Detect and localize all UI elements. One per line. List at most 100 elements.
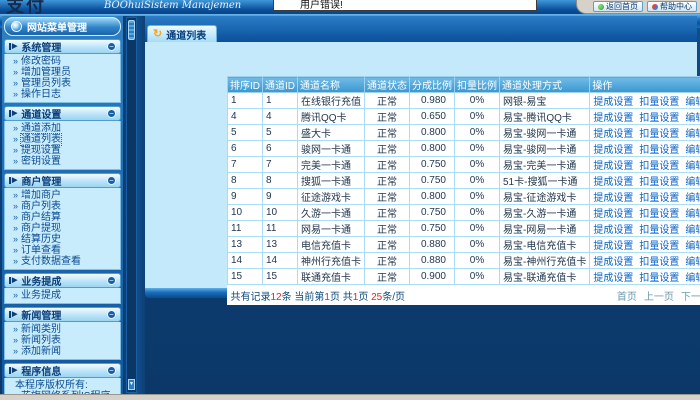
table-row: 1414神州行充值卡正常0.8800%易宝-神州行充值卡提成设置扣量设置编辑删除: [228, 253, 700, 269]
sidebar-item[interactable]: »商户提现: [13, 223, 120, 234]
tab-label: 通道列表: [166, 27, 206, 42]
action-link[interactable]: 提成设置: [593, 241, 633, 252]
action-link[interactable]: 扣量设置: [639, 97, 679, 108]
action-link[interactable]: 扣量设置: [639, 273, 679, 284]
tab-channel-list[interactable]: ↻ 通道列表: [147, 25, 217, 42]
action-link[interactable]: 编辑: [685, 161, 700, 172]
sidebar-scrollbar[interactable]: ▼: [126, 17, 137, 393]
action-link[interactable]: 编辑: [685, 113, 700, 124]
table-cell: 4: [263, 109, 298, 125]
action-link[interactable]: 提成设置: [593, 273, 633, 284]
action-link[interactable]: 扣量设置: [639, 241, 679, 252]
sidebar-section-header[interactable]: ▶ 系统管理 −: [4, 39, 121, 54]
action-link[interactable]: 扣量设置: [639, 193, 679, 204]
action-link[interactable]: 编辑: [685, 129, 700, 140]
action-link[interactable]: 提成设置: [593, 257, 633, 268]
sidebar-item[interactable]: »通道添加: [13, 123, 120, 134]
action-link[interactable]: 编辑: [685, 209, 700, 220]
summary-text: 页 共: [330, 292, 353, 303]
sidebar-section-header[interactable]: ▶ 业务提成 −: [4, 273, 121, 288]
action-link[interactable]: 扣量设置: [639, 145, 679, 156]
action-link[interactable]: 编辑: [685, 225, 700, 236]
action-link[interactable]: 提成设置: [593, 225, 633, 236]
table-cell: 正常: [365, 109, 410, 125]
sidebar-item[interactable]: »订单查看: [13, 245, 120, 256]
play-icon: ▶: [9, 43, 17, 50]
table-cell: 电信充值卡: [298, 237, 365, 253]
sidebar-item[interactable]: »结算历史: [13, 234, 120, 245]
action-link[interactable]: 提成设置: [593, 209, 633, 220]
action-link[interactable]: 扣量设置: [639, 257, 679, 268]
table-cell: 易宝-联通充值卡: [500, 269, 590, 285]
action-link[interactable]: 扣量设置: [639, 209, 679, 220]
sidebar-item[interactable]: »增加管理员: [13, 67, 120, 78]
sidebar-section-header[interactable]: ▶ 商户管理 −: [4, 173, 121, 188]
table-cell: 易宝-完美一卡通: [500, 157, 590, 173]
action-link[interactable]: 编辑: [685, 273, 700, 284]
collapse-icon[interactable]: −: [107, 109, 116, 118]
collapse-icon[interactable]: −: [107, 276, 116, 285]
action-link[interactable]: 编辑: [685, 241, 700, 252]
action-link[interactable]: 编辑: [685, 97, 700, 108]
sidebar-item[interactable]: »商户结算: [13, 212, 120, 223]
sidebar-item[interactable]: »增加商户: [13, 190, 120, 201]
table-cell: 腾讯QQ卡: [298, 109, 365, 125]
sidebar-item[interactable]: »支付数据查看: [13, 256, 120, 267]
table-cell: 0.900: [410, 269, 455, 285]
actions-cell: 提成设置扣量设置编辑删除: [590, 109, 700, 125]
message-text: 用户错误!: [274, 0, 536, 11]
column-header: 通道ID: [263, 77, 298, 93]
action-link[interactable]: 扣量设置: [639, 129, 679, 140]
table-cell: 易宝-征途游戏卡: [500, 189, 590, 205]
action-link[interactable]: 编辑: [685, 145, 700, 156]
scrollbar-thumb[interactable]: [128, 20, 135, 40]
table-cell: 11: [263, 221, 298, 237]
sidebar-item[interactable]: »提现设置: [13, 145, 120, 156]
action-link[interactable]: 提成设置: [593, 145, 633, 156]
sidebar-item[interactable]: »密钥设置: [13, 156, 120, 167]
sidebar-item[interactable]: »业务提成: [13, 290, 120, 301]
sidebar-item[interactable]: »新闻列表: [13, 335, 120, 346]
sidebar-item[interactable]: »操作日志: [13, 89, 120, 100]
table-cell: 网易一卡通: [298, 221, 365, 237]
sidebar-item[interactable]: »管理员列表: [13, 78, 120, 89]
sidebar-section-header[interactable]: ▶ 通道设置 −: [4, 106, 121, 121]
sidebar-section-title: 系统管理: [21, 39, 103, 54]
table-row: 44腾讯QQ卡正常0.6500%易宝-腾讯QQ卡提成设置扣量设置编辑删除: [228, 109, 700, 125]
action-link[interactable]: 提成设置: [593, 177, 633, 188]
pagination-link[interactable]: 首页: [617, 292, 637, 303]
action-link[interactable]: 提成设置: [593, 113, 633, 124]
collapse-icon[interactable]: −: [107, 176, 116, 185]
table-cell: 0%: [455, 109, 500, 125]
sidebar-item[interactable]: »通道列表: [13, 134, 120, 145]
action-link[interactable]: 扣量设置: [639, 113, 679, 124]
collapse-icon[interactable]: −: [107, 310, 116, 319]
help-center-button[interactable]: 帮助中心: [647, 1, 697, 12]
scrollbar-down-arrow[interactable]: ▼: [128, 379, 135, 390]
sidebar-item[interactable]: »修改密码: [13, 56, 120, 67]
collapse-icon[interactable]: −: [107, 42, 116, 51]
sidebar-section-header[interactable]: ▶ 新闻管理 −: [4, 307, 121, 322]
sidebar-section-header[interactable]: ▶ 程序信息 −: [4, 363, 121, 378]
return-home-button[interactable]: 返回首页: [593, 1, 643, 12]
action-link[interactable]: 提成设置: [593, 129, 633, 140]
action-link[interactable]: 编辑: [685, 193, 700, 204]
sidebar-info-line: 本程序版权所有:: [13, 380, 120, 391]
action-link[interactable]: 提成设置: [593, 193, 633, 204]
sidebar-item[interactable]: »添加新闻: [13, 346, 120, 357]
action-link[interactable]: 提成设置: [593, 97, 633, 108]
action-link[interactable]: 提成设置: [593, 161, 633, 172]
sidebar-item[interactable]: »商户列表: [13, 201, 120, 212]
action-link[interactable]: 扣量设置: [639, 225, 679, 236]
collapse-icon[interactable]: −: [107, 366, 116, 375]
sidebar-item-label: 密钥设置: [21, 156, 61, 167]
sidebar-item[interactable]: »新闻类别: [13, 324, 120, 335]
action-link[interactable]: 编辑: [685, 257, 700, 268]
action-link[interactable]: 扣量设置: [639, 161, 679, 172]
pagination-link[interactable]: 上一页: [644, 292, 674, 303]
action-link[interactable]: 扣量设置: [639, 177, 679, 188]
pagination-link[interactable]: 下一页: [681, 292, 700, 303]
table-cell: 0.750: [410, 205, 455, 221]
sidebar-title-bar: 网站菜单管理: [4, 17, 121, 36]
action-link[interactable]: 编辑: [685, 177, 700, 188]
